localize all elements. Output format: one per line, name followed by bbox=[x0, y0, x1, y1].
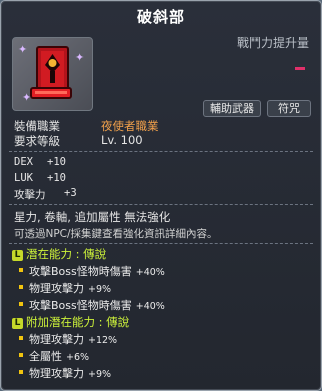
required-job-label: 裝備職業 bbox=[14, 119, 60, 133]
tag-charm: 符咒 bbox=[267, 100, 311, 117]
enhance-note: 可透過NPC/採集鍵查看強化資訊詳細內容。 bbox=[14, 228, 218, 240]
combat-power-label: 戰鬥力提升量 bbox=[236, 36, 309, 50]
potential-line-value: +9% bbox=[88, 284, 112, 295]
bullet-icon bbox=[19, 285, 23, 289]
enhance-flags: 星力, 卷軸, 追加屬性 無法強化 bbox=[14, 210, 171, 224]
potential-line-text: 全屬性 bbox=[29, 350, 62, 363]
additional-potential-line: 物理攻擊力 +9% bbox=[19, 365, 111, 381]
potential-title: L 潛在能力 : 傳說 bbox=[12, 246, 106, 262]
divider bbox=[9, 204, 313, 205]
potential-title-text: 潛在能力 : 傳說 bbox=[26, 247, 107, 261]
tag-secondary-weapon: 輔助武器 bbox=[203, 100, 261, 117]
potential-line-value: +6% bbox=[66, 352, 90, 363]
stat-name: DEX bbox=[14, 156, 33, 168]
potential-line: 攻擊Boss怪物時傷害 +40% bbox=[19, 263, 165, 279]
legendary-badge-icon: L bbox=[12, 318, 23, 329]
legendary-badge-icon: L bbox=[12, 250, 23, 261]
bullet-icon bbox=[19, 370, 23, 374]
stat-dex: DEX +10 bbox=[14, 156, 66, 168]
potential-line-value: +40% bbox=[135, 267, 165, 278]
potential-line: 物理攻擊力 +9% bbox=[19, 280, 111, 296]
sparkle-icon: ✦ bbox=[75, 51, 85, 64]
stat-value: +10 bbox=[47, 172, 66, 184]
additional-potential-line: 物理攻擊力 +12% bbox=[19, 331, 117, 347]
bullet-icon bbox=[19, 302, 23, 306]
additional-potential-line: 全屬性 +6% bbox=[19, 348, 89, 364]
required-job-value: 夜使者職業 bbox=[101, 119, 159, 133]
potential-line: 攻擊Boss怪物時傷害 +40% bbox=[19, 297, 165, 313]
potential-line-text: 物理攻擊力 bbox=[29, 282, 84, 295]
potential-line-value: +12% bbox=[88, 335, 118, 346]
potential-line-value: +9% bbox=[88, 369, 112, 380]
potential-line-text: 物理攻擊力 bbox=[29, 333, 84, 346]
potential-line-text: 攻擊Boss怪物時傷害 bbox=[29, 265, 132, 278]
potential-line-value: +40% bbox=[135, 301, 165, 312]
stat-attack: 攻擊力 +3 bbox=[14, 187, 77, 202]
stat-name: 攻擊力 bbox=[14, 189, 46, 201]
stat-name: LUK bbox=[14, 172, 33, 184]
item-icon-frame: ✦ ✦ ✦ bbox=[12, 37, 93, 111]
stat-luk: LUK +10 bbox=[14, 172, 66, 184]
bullet-icon bbox=[19, 336, 23, 340]
item-name: 破斜部 bbox=[136, 8, 185, 26]
combat-power-indicator bbox=[295, 67, 305, 70]
divider bbox=[9, 243, 313, 244]
item-tooltip: 破斜部 戰鬥力提升量 ✦ ✦ ✦ 輔助武器 符咒 裝備職業 夜使者職業 要求等級… bbox=[0, 0, 322, 391]
divider bbox=[9, 151, 313, 152]
required-level-value: Lv. 100 bbox=[101, 133, 143, 147]
bullet-icon bbox=[19, 268, 23, 272]
additional-potential-title: L 附加潛在能力 : 傳說 bbox=[12, 314, 129, 330]
sparkle-icon: ✦ bbox=[18, 43, 28, 56]
sparkle-icon: ✦ bbox=[22, 91, 32, 104]
additional-potential-title-text: 附加潛在能力 : 傳說 bbox=[26, 315, 130, 329]
potential-line-text: 攻擊Boss怪物時傷害 bbox=[29, 299, 132, 312]
stat-value: +10 bbox=[47, 156, 66, 168]
stat-value: +3 bbox=[64, 187, 77, 199]
required-level-label: 要求等級 bbox=[14, 134, 60, 148]
potential-line-text: 物理攻擊力 bbox=[29, 367, 84, 380]
bullet-icon bbox=[19, 353, 23, 357]
